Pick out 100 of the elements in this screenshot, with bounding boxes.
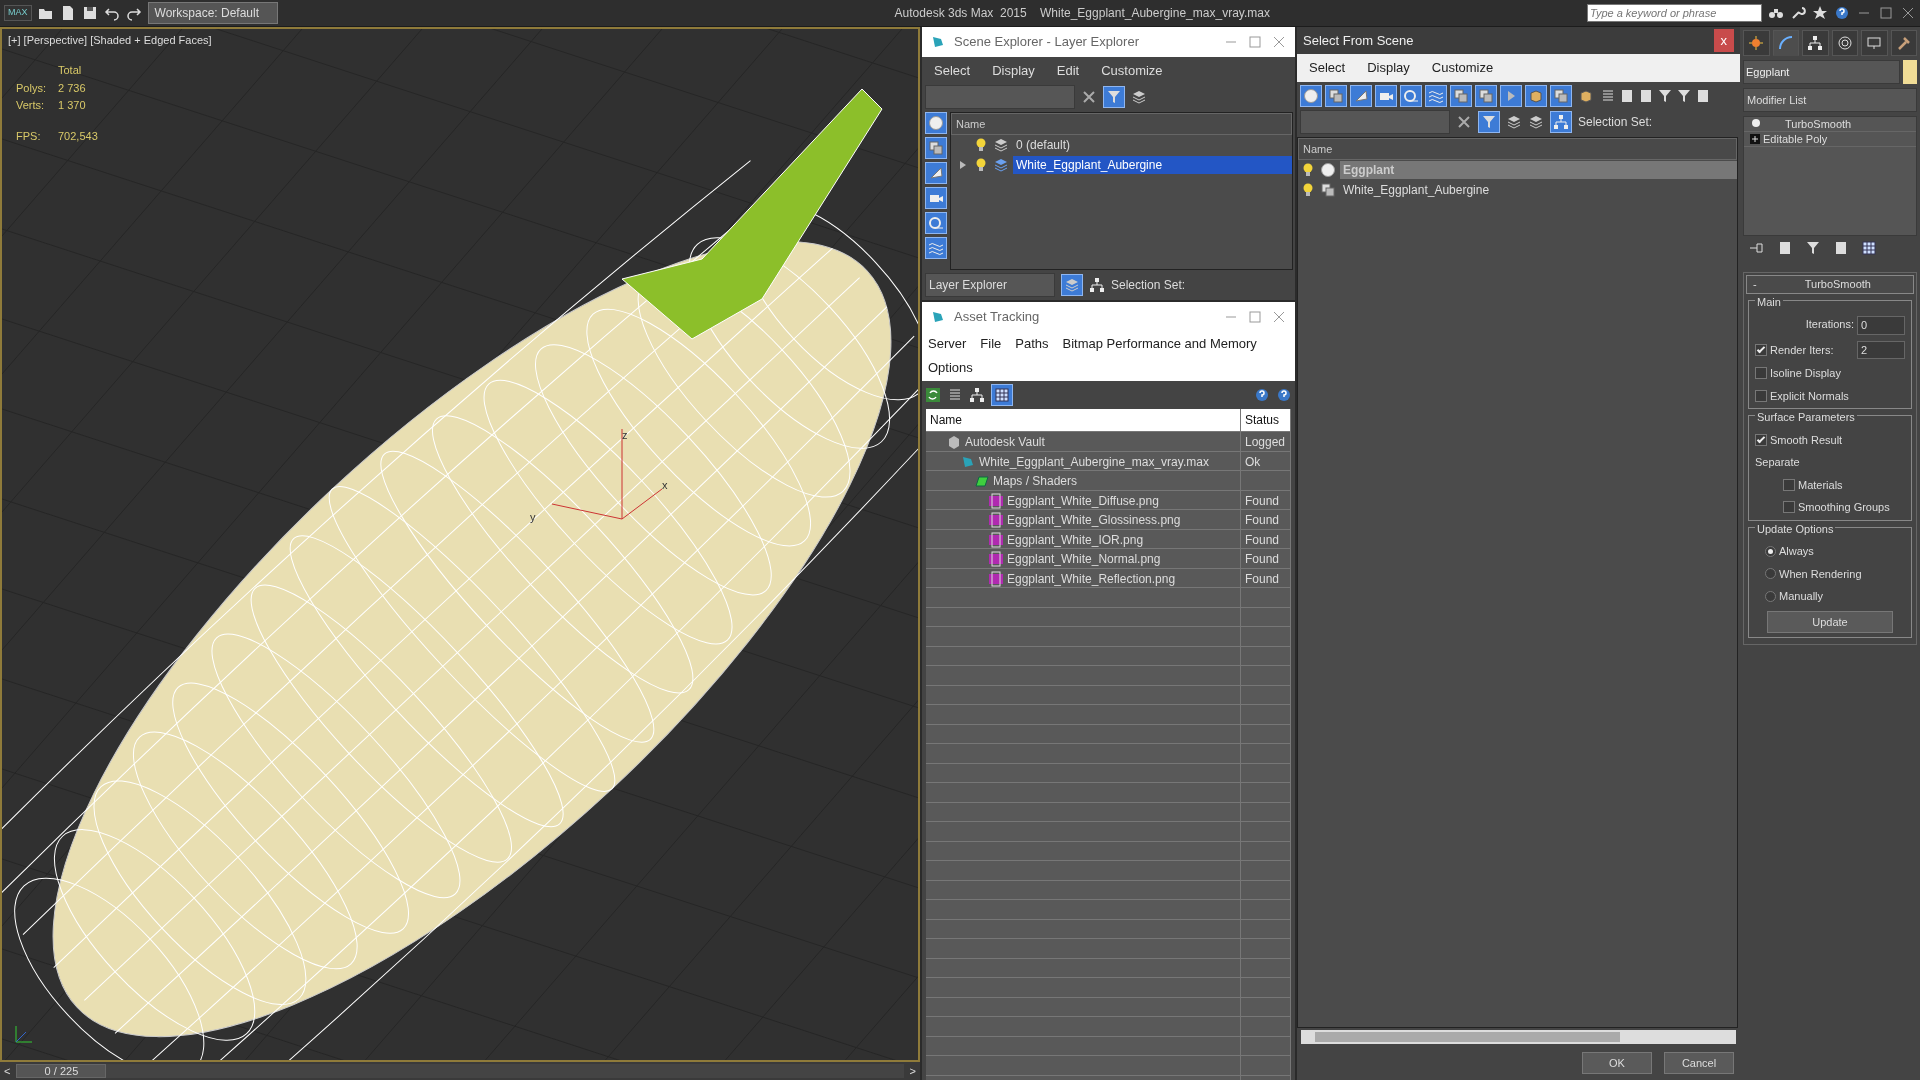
search-field[interactable]: Type a keyword or phrase <box>1587 4 1762 22</box>
spinner-field[interactable]: 0 <box>1857 316 1905 335</box>
close-button[interactable]: x <box>1713 28 1734 53</box>
time-slider-thumb[interactable]: 0 / 225 <box>16 1064 107 1078</box>
filter-button[interactable] <box>1400 84 1422 107</box>
spinner-field[interactable]: 2 <box>1857 340 1905 359</box>
sphere-icon[interactable] <box>1320 162 1336 178</box>
undo-icon[interactable] <box>103 5 120 21</box>
radio-button[interactable] <box>1765 568 1776 580</box>
radio-button[interactable] <box>1765 590 1776 602</box>
asset-name[interactable]: Eggplant_White_Glossiness.png <box>1007 511 1181 529</box>
list-icon[interactable] <box>947 387 963 403</box>
search-field[interactable] <box>1300 109 1450 134</box>
layer-view-button[interactable] <box>1061 274 1083 296</box>
checkbox[interactable] <box>1755 367 1767 380</box>
filter-button[interactable] <box>925 161 947 184</box>
menu-item[interactable]: Edit <box>1056 61 1080 81</box>
filter-button[interactable] <box>925 211 947 234</box>
funnel-icon[interactable] <box>1805 240 1821 256</box>
filter-button[interactable] <box>1478 110 1500 133</box>
filter-button[interactable] <box>925 236 947 259</box>
asset-name[interactable]: Eggplant_White_Diffuse.png <box>1007 491 1159 510</box>
dialog-button[interactable]: Cancel <box>1664 1051 1734 1074</box>
filter-button[interactable] <box>1350 84 1372 107</box>
close-icon[interactable] <box>1900 5 1916 21</box>
redo-icon[interactable] <box>125 5 142 21</box>
panel-tab[interactable] <box>1890 30 1917 56</box>
clear-icon[interactable] <box>1081 88 1097 105</box>
layers-icon[interactable] <box>1131 88 1147 105</box>
checkbox[interactable] <box>1755 343 1767 356</box>
filter-button[interactable] <box>1103 85 1125 108</box>
panel-tab[interactable] <box>1831 30 1858 56</box>
modifier-list-dropdown[interactable]: Modifier List <box>1743 88 1917 112</box>
menu-item[interactable]: Server <box>928 334 967 354</box>
filter-button[interactable] <box>1300 84 1322 107</box>
hierarchy-icon[interactable] <box>1089 277 1105 293</box>
close-icon[interactable] <box>1271 309 1287 325</box>
previous-frame-button[interactable]: < <box>4 1062 11 1080</box>
asset-name[interactable]: Eggplant_White_Reflection.png <box>1007 569 1176 588</box>
funnel-icon[interactable] <box>1676 87 1692 104</box>
radio-button[interactable] <box>1765 545 1776 557</box>
help-icon[interactable] <box>1834 5 1850 21</box>
asset-name[interactable]: Autodesk Vault <box>965 433 1045 451</box>
panel-tab[interactable] <box>1743 30 1770 56</box>
grid-icon[interactable] <box>1861 240 1877 256</box>
list-icon[interactable] <box>1600 87 1616 104</box>
search-field[interactable] <box>925 84 1075 109</box>
layer-name[interactable]: White_Eggplant_Aubergine <box>1013 156 1292 174</box>
page-icon[interactable] <box>1777 240 1793 256</box>
modifier-name[interactable]: Editable Poly <box>1763 130 1828 148</box>
filter-button[interactable] <box>925 186 947 209</box>
object-name-field[interactable]: Eggplant <box>1743 60 1900 84</box>
filter-button[interactable] <box>1425 84 1447 107</box>
menu-item[interactable]: Select <box>934 61 971 81</box>
panel-tab[interactable] <box>1802 30 1829 56</box>
menu-item[interactable]: Display <box>992 61 1035 81</box>
filter-button[interactable] <box>925 136 947 159</box>
next-frame-button[interactable]: > <box>909 1062 916 1080</box>
column-header[interactable]: Name <box>1298 137 1737 160</box>
filter-button[interactable] <box>1500 84 1522 107</box>
checkbox[interactable] <box>1755 389 1767 402</box>
layers-icon[interactable] <box>993 137 1009 153</box>
filter-button[interactable] <box>1375 84 1397 107</box>
help-icon[interactable] <box>1254 387 1270 403</box>
object-color-swatch[interactable] <box>1903 60 1917 84</box>
menu-item[interactable]: Customize <box>1101 61 1163 81</box>
dialog-button[interactable]: OK <box>1582 1051 1652 1074</box>
page-icon[interactable] <box>1638 87 1654 104</box>
funnel-icon[interactable] <box>1657 87 1673 104</box>
menu-item[interactable]: Customize <box>1431 58 1494 78</box>
page-icon[interactable] <box>1695 87 1711 104</box>
column-header[interactable]: Status <box>1245 411 1280 429</box>
horizontal-scrollbar[interactable] <box>1301 1029 1736 1044</box>
asset-name[interactable]: Eggplant_White_Normal.png <box>1007 550 1161 568</box>
filter-button[interactable] <box>1550 84 1572 107</box>
layers-icon[interactable] <box>1506 113 1522 130</box>
asset-name[interactable]: Maps / Shaders <box>993 472 1078 490</box>
menu-item[interactable]: Bitmap Performance and Memory <box>1062 334 1257 354</box>
layers-icon[interactable] <box>1528 113 1544 130</box>
app-logo[interactable]: MAX <box>4 5 32 21</box>
wrench-icon[interactable] <box>1790 5 1806 21</box>
collapse-toggle[interactable]: - <box>1747 276 1763 293</box>
explorer-dropdown[interactable]: Layer Explorer <box>925 273 1055 297</box>
column-header[interactable]: Name <box>951 112 1292 135</box>
panel-tab[interactable] <box>1772 30 1799 56</box>
menu-item[interactable]: File <box>980 334 1002 354</box>
expand-icon[interactable] <box>1750 134 1760 144</box>
checkbox[interactable] <box>1755 433 1767 446</box>
asset-name[interactable]: Eggplant_White_IOR.png <box>1007 530 1144 549</box>
column-header[interactable]: Name <box>930 411 962 429</box>
star-icon[interactable] <box>1812 5 1828 21</box>
modifier-name[interactable]: TurboSmooth <box>1785 115 1852 133</box>
filter-button[interactable] <box>1525 84 1547 107</box>
workspace-dropdown[interactable]: Workspace: Default <box>147 2 278 24</box>
filter-button[interactable] <box>925 111 947 134</box>
filter-button[interactable] <box>1475 84 1497 107</box>
asset-name[interactable]: White_Eggplant_Aubergine_max_vray.max <box>979 452 1209 471</box>
menu-item[interactable]: Display <box>1367 58 1410 78</box>
close-icon[interactable] <box>1271 34 1287 50</box>
layer-name[interactable]: 0 (default) <box>1013 136 1074 154</box>
